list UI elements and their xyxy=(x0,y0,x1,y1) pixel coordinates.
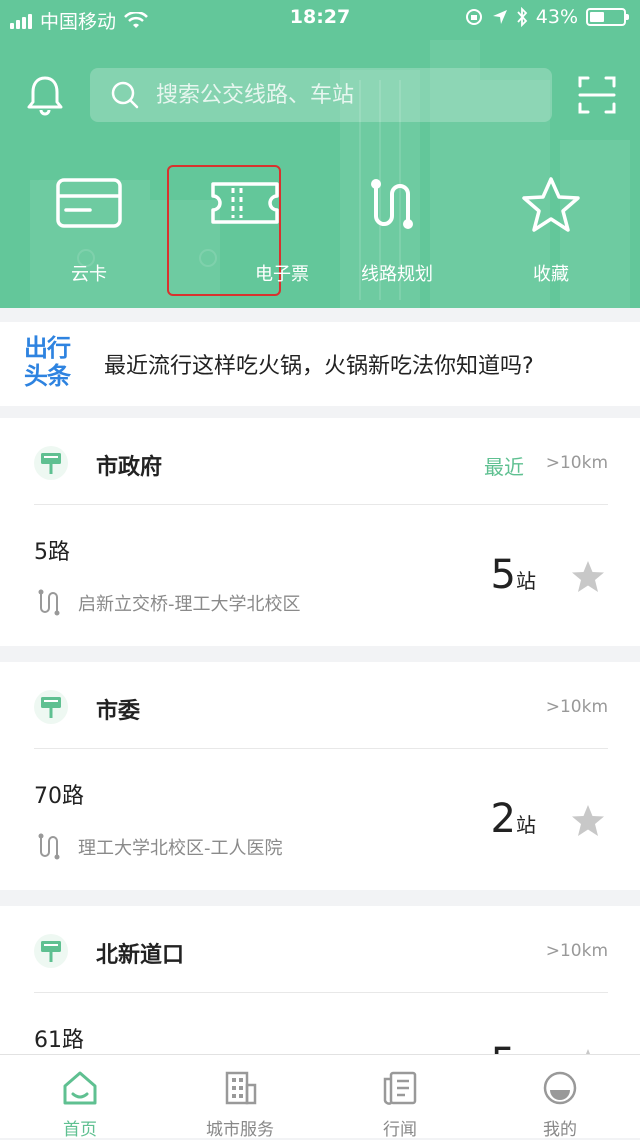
building-icon xyxy=(225,1071,257,1105)
tab-bar: 首页 城市服务 行闻 我的 xyxy=(0,1054,640,1140)
stops-away: 5站 xyxy=(491,1040,536,1054)
distance-label: >10km xyxy=(545,941,608,961)
quick-action-route-plan[interactable]: 线路规划 xyxy=(322,168,472,300)
search-icon xyxy=(111,81,139,109)
header: 中国移动 18:27 43% 搜索公交线路、车站 云卡 电子票 线路规划 收藏 xyxy=(0,0,640,308)
bus-stop-icon xyxy=(34,934,68,968)
bus-stop-icon xyxy=(34,690,68,724)
station-name: 市委 xyxy=(96,699,141,724)
recent-tag: 最近 xyxy=(484,455,524,479)
favorite-star-icon[interactable] xyxy=(570,560,606,594)
quick-actions: 云卡 电子票 线路规划 收藏 xyxy=(0,165,640,300)
route-plan-icon xyxy=(371,179,413,229)
quick-action-e-ticket[interactable]: 电子票 xyxy=(130,165,309,300)
divider xyxy=(34,504,608,505)
home-icon xyxy=(63,1071,97,1105)
stops-away: 5站 xyxy=(491,552,536,598)
tab-label: 我的 xyxy=(543,1120,577,1140)
profile-icon xyxy=(543,1071,577,1105)
news-logo-line1: 出行 xyxy=(24,334,71,362)
tab-home[interactable]: 首页 xyxy=(0,1055,160,1140)
rotation-lock-icon xyxy=(465,9,482,25)
star-icon xyxy=(522,177,580,232)
station-name: 市政府 xyxy=(96,455,163,480)
tab-label: 首页 xyxy=(63,1120,97,1140)
stops-unit: 站 xyxy=(516,569,536,593)
tab-profile[interactable]: 我的 xyxy=(480,1055,640,1140)
search-bar[interactable] xyxy=(90,68,552,122)
bell-icon[interactable] xyxy=(24,74,66,116)
distance-label: >10km xyxy=(545,697,608,717)
stops-count: 5 xyxy=(490,552,516,598)
direction-icon xyxy=(38,589,60,616)
search-input[interactable] xyxy=(154,81,498,109)
distance-label: >10km xyxy=(545,453,608,473)
stops-away: 2站 xyxy=(491,796,536,842)
station-card[interactable]: 市委 >10km 70路 理工大学北校区-工人医院 2站 xyxy=(0,662,640,890)
route-direction: 理工大学北校区-工人医院 xyxy=(78,838,283,859)
station-card[interactable]: 北新道口 >10km 61路 5站 xyxy=(0,906,640,1054)
quick-action-label: 线路规划 xyxy=(361,264,433,285)
news-logo: 出行 头条 xyxy=(24,334,78,394)
divider xyxy=(34,748,608,749)
news-logo-line2: 头条 xyxy=(24,362,71,390)
stops-count: 2 xyxy=(490,796,516,842)
stops-count: 5 xyxy=(491,1040,516,1054)
card-icon xyxy=(56,178,122,228)
tab-city-services[interactable]: 城市服务 xyxy=(160,1055,320,1140)
bluetooth-icon xyxy=(517,7,528,27)
quick-action-label: 收藏 xyxy=(533,264,569,285)
divider xyxy=(34,992,608,993)
favorite-star-icon[interactable] xyxy=(570,804,606,838)
route-name: 61路 xyxy=(34,1028,84,1053)
status-bar: 中国移动 18:27 43% xyxy=(0,0,640,36)
news-banner[interactable]: 出行 头条 最近流行这样吃火锅，火锅新吃法你知道吗? xyxy=(0,322,640,406)
news-icon xyxy=(383,1071,417,1105)
stops-unit: 站 xyxy=(516,813,536,837)
battery-icon xyxy=(586,8,629,26)
scan-icon[interactable] xyxy=(576,74,618,116)
tab-news[interactable]: 行闻 xyxy=(320,1055,480,1140)
battery-percent: 43% xyxy=(535,6,578,28)
tab-label: 行闻 xyxy=(383,1120,417,1140)
route-direction: 启新立交桥-理工大学北校区 xyxy=(78,594,301,615)
bus-stop-icon xyxy=(34,446,68,480)
station-card[interactable]: 市政府 最近 >10km 5路 启新立交桥-理工大学北校区 5站 xyxy=(0,418,640,646)
quick-action-favorites[interactable]: 收藏 xyxy=(476,168,626,300)
location-arrow-icon xyxy=(492,10,507,24)
station-name: 北新道口 xyxy=(96,943,185,968)
direction-icon xyxy=(38,833,60,860)
news-headline: 最近流行这样吃火锅，火锅新吃法你知道吗? xyxy=(104,354,534,379)
route-name: 70路 xyxy=(34,784,84,809)
tab-label: 城市服务 xyxy=(206,1120,274,1140)
route-name: 5路 xyxy=(34,540,70,565)
